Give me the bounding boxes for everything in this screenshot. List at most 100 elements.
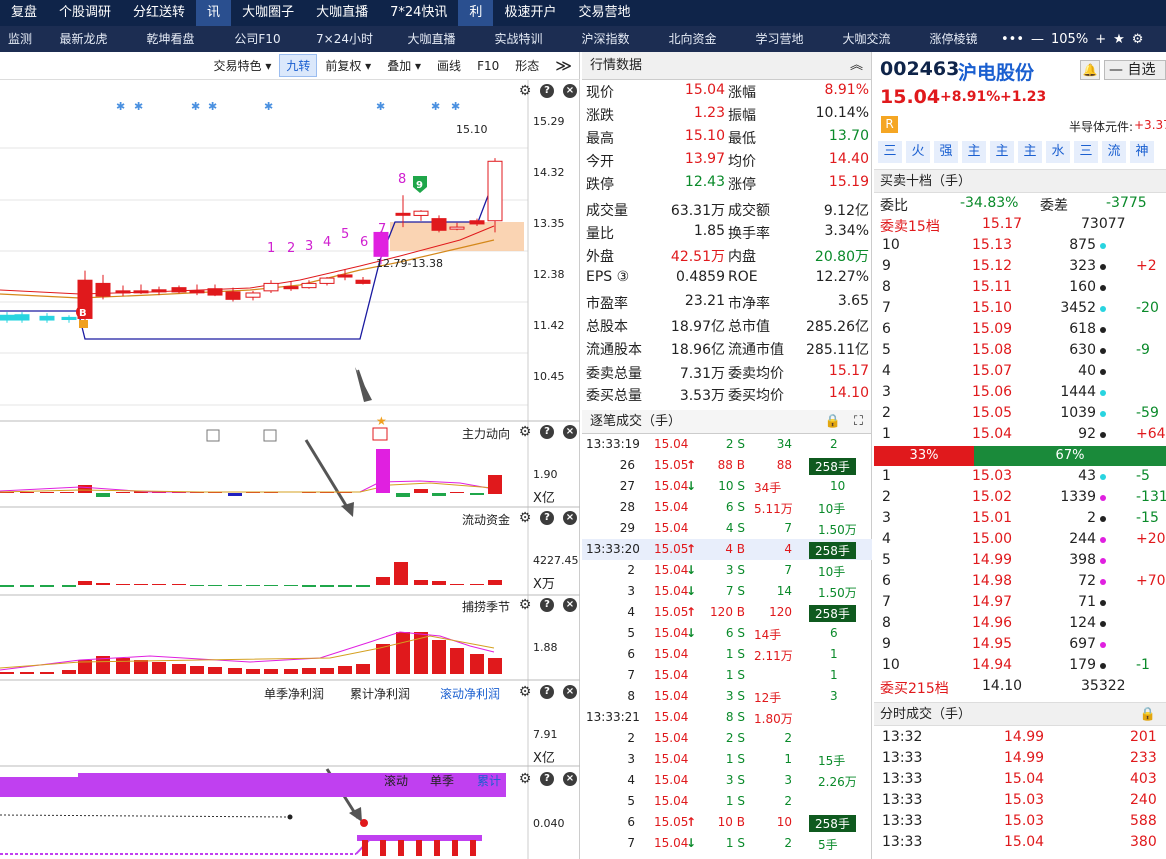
close-icon[interactable]: × xyxy=(563,685,577,699)
y-tick: 11.42 xyxy=(533,319,565,332)
subnav-item[interactable]: 乾坤看盘 xyxy=(127,26,214,52)
sell-level-row[interactable]: 1 15.04 92 +64 xyxy=(874,425,1166,446)
settings-icon[interactable]: ⚙ xyxy=(518,772,532,786)
zoom-out-icon[interactable]: — xyxy=(1031,32,1044,47)
help-icon[interactable]: ? xyxy=(540,772,554,786)
close-icon[interactable]: × xyxy=(563,84,577,98)
buy-level-row[interactable]: 7 14.97 71 xyxy=(874,593,1166,614)
tag-badge[interactable]: 火 xyxy=(906,141,930,163)
lock-icon[interactable]: 🔒 xyxy=(825,410,841,434)
gear-icon[interactable]: ⚙ xyxy=(1132,32,1144,47)
nav-item[interactable]: 极速开户 xyxy=(493,0,567,26)
tab-cumulative[interactable]: 累计 xyxy=(477,772,501,789)
buy-level-row[interactable]: 4 15.00 244 +205 xyxy=(874,530,1166,551)
tab-single[interactable]: 单季 xyxy=(430,772,454,789)
sector-label[interactable]: 半导体元件: xyxy=(1069,118,1133,135)
help-icon[interactable]: ? xyxy=(540,511,554,525)
settings-icon[interactable]: ⚙ xyxy=(518,685,532,699)
help-icon[interactable]: ? xyxy=(540,425,554,439)
buy-level-row[interactable]: 8 14.96 124 xyxy=(874,614,1166,635)
buy-level-row[interactable]: 10 14.94 179 -1 xyxy=(874,656,1166,677)
tab-cumulative-profit[interactable]: 累计净利润 xyxy=(350,685,410,702)
collapse-icon[interactable]: ︽ xyxy=(850,52,863,80)
nav-item[interactable]: 7*24快讯 xyxy=(379,0,458,26)
settings-icon[interactable]: ⚙ xyxy=(518,425,532,439)
subnav-item[interactable]: 监测 xyxy=(0,26,40,52)
zoom-in-icon[interactable]: + xyxy=(1095,32,1106,47)
subnav-item[interactable]: 最新龙虎 xyxy=(40,26,127,52)
nav-item-active[interactable]: 利 xyxy=(458,0,494,26)
subnav-item[interactable]: 北向资金 xyxy=(649,26,736,52)
star-icon[interactable]: ★ xyxy=(1113,32,1125,47)
trade-feature-button[interactable]: 交易特色 ▾ xyxy=(206,57,280,74)
nav-item[interactable]: 个股调研 xyxy=(48,0,122,26)
sell-level-row[interactable]: 9 15.12 323 +2 xyxy=(874,257,1166,278)
buy-level-row[interactable]: 1 15.03 43 -5 xyxy=(874,467,1166,488)
buy-level-row[interactable]: 9 14.95 697 xyxy=(874,635,1166,656)
nav-item-active[interactable]: 讯 xyxy=(196,0,232,26)
subnav-item[interactable]: 学习营地 xyxy=(736,26,823,52)
close-icon[interactable]: × xyxy=(563,511,577,525)
subnav-item[interactable]: 大咖交流 xyxy=(823,26,910,52)
sell-level-row[interactable]: 10 15.13 875 xyxy=(874,236,1166,257)
lock-icon[interactable]: 🔒 xyxy=(1140,703,1156,727)
nav-item[interactable]: 复盘 xyxy=(0,0,48,26)
sell-level-row[interactable]: 6 15.09 618 xyxy=(874,320,1166,341)
overlay-button[interactable]: 叠加 ▾ xyxy=(379,57,429,74)
self-select-button[interactable]: — 自选 xyxy=(1104,60,1166,80)
season-bar xyxy=(152,662,166,674)
help-icon[interactable]: ? xyxy=(540,84,554,98)
f10-button[interactable]: F10 xyxy=(469,59,507,73)
subnav-item[interactable]: 公司F10 xyxy=(214,26,301,52)
nav-item[interactable]: 大咖直播 xyxy=(305,0,379,26)
subnav-item[interactable]: 沪深指数 xyxy=(562,26,649,52)
tag-badge[interactable]: 神 xyxy=(1130,141,1154,163)
subnav-item[interactable]: 大咖直播 xyxy=(388,26,475,52)
nav-item[interactable]: 交易营地 xyxy=(567,0,641,26)
tab-rolling-profit[interactable]: 滚动净利润 xyxy=(440,685,500,702)
help-icon[interactable]: ? xyxy=(540,685,554,699)
adjust-button[interactable]: 前复权 ▾ xyxy=(317,57,379,74)
tag-badge[interactable]: 三 xyxy=(878,141,902,163)
draw-line-button[interactable]: 画线 xyxy=(429,57,469,74)
buy-level-row[interactable]: 6 14.98 72 +70 xyxy=(874,572,1166,593)
expand-icon[interactable]: ≫ xyxy=(547,56,580,75)
sell-level-row[interactable]: 2 15.05 1039 -59 xyxy=(874,404,1166,425)
close-icon[interactable]: × xyxy=(563,425,577,439)
buy-level-row[interactable]: 5 14.99 398 xyxy=(874,551,1166,572)
sell-level-row[interactable]: 8 15.11 160 xyxy=(874,278,1166,299)
subnav-item[interactable]: 7×24小时 xyxy=(301,26,388,52)
settings-icon[interactable]: ⚙ xyxy=(518,598,532,612)
subnav-item[interactable]: 实战特训 xyxy=(475,26,562,52)
bell-icon[interactable]: 🔔 xyxy=(1080,60,1100,80)
nav-item[interactable]: 大咖圈子 xyxy=(231,0,305,26)
buy-level-row[interactable]: 3 15.01 2 -15 xyxy=(874,509,1166,530)
tag-badge[interactable]: 主 xyxy=(1018,141,1042,163)
sell-level-row[interactable]: 5 15.08 630 -9 xyxy=(874,341,1166,362)
close-icon[interactable]: × xyxy=(563,598,577,612)
more-icon[interactable]: ••• xyxy=(1001,32,1024,47)
settings-icon[interactable]: ⚙ xyxy=(518,84,532,98)
tag-badge[interactable]: 流 xyxy=(1102,141,1126,163)
sell-level-row[interactable]: 4 15.07 40 xyxy=(874,362,1166,383)
weicha-value: -3775 xyxy=(1106,195,1147,211)
help-icon[interactable]: ? xyxy=(540,598,554,612)
sell-level-row[interactable]: 7 15.10 3452 -20 xyxy=(874,299,1166,320)
buy-level-row[interactable]: 2 15.02 1339 -1319 xyxy=(874,488,1166,509)
tag-badge[interactable]: 主 xyxy=(962,141,986,163)
tag-badge[interactable]: 强 xyxy=(934,141,958,163)
tag-badge[interactable]: 水 xyxy=(1046,141,1070,163)
close-icon[interactable]: × xyxy=(563,772,577,786)
nav-item[interactable]: 分红送转 xyxy=(122,0,196,26)
sell-level-row[interactable]: 3 15.06 1444 xyxy=(874,383,1166,404)
tag-badge[interactable]: 主 xyxy=(990,141,1014,163)
tab-single-quarter-profit[interactable]: 单季净利润 xyxy=(264,685,324,702)
settings-icon[interactable]: ⚙ xyxy=(518,511,532,525)
subnav-item[interactable]: 涨停棱镜 xyxy=(910,26,997,52)
expand-icon[interactable]: ⛶ xyxy=(854,410,863,434)
nine-turn-button[interactable]: 九转 xyxy=(279,54,318,77)
tab-rolling[interactable]: 滚动 xyxy=(384,772,408,789)
kline-chart[interactable]: 1 2 3 45678 15.10 12.79-13.38 ✱ ✱ ✱ ✱ ✱ ✱ ✱ ✱ 9 B … xyxy=(0,80,580,859)
tag-badge[interactable]: 三 xyxy=(1074,141,1098,163)
pattern-button[interactable]: 形态 xyxy=(507,57,547,74)
